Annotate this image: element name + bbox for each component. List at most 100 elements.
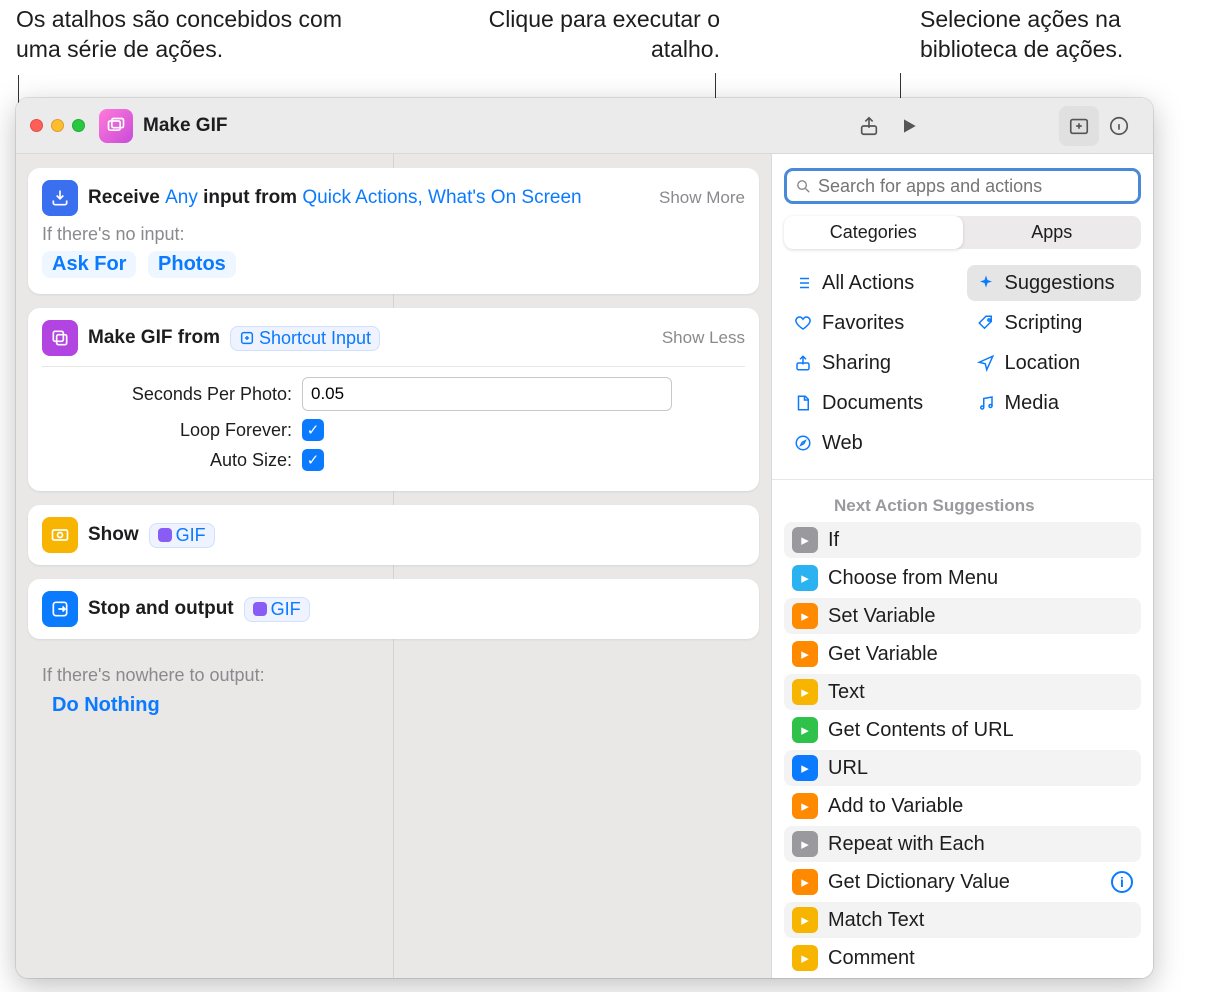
action-icon: ▸ [792,793,818,819]
category-documents[interactable]: Documents [784,385,959,421]
suggestion-repeat-with-each[interactable]: ▸Repeat with Each [784,826,1141,862]
suggestion-choose-from-menu[interactable]: ▸Choose from Menu [784,560,1141,596]
gif-variable-show[interactable]: GIF [149,523,215,548]
minimize-icon[interactable] [51,119,64,132]
category-favorites[interactable]: Favorites [784,305,959,341]
category-suggestions[interactable]: Suggestions [967,265,1142,301]
no-input-label: If there's no input: [42,224,745,245]
action-library-sidebar: Categories Apps All Actions Suggestions Fa… [771,154,1153,978]
list-icon [792,274,814,292]
nav-icon [975,354,997,372]
window-controls[interactable] [30,119,85,132]
music-icon [975,394,997,412]
loop-forever-checkbox[interactable]: ✓ [302,419,324,441]
callout-right: Selecione ações na biblioteca de ações. [920,5,1200,65]
action-icon: ▸ [792,945,818,971]
category-label: Sharing [822,352,891,375]
suggestion-label: Set Variable [828,605,935,628]
run-button[interactable] [889,106,929,146]
category-sharing[interactable]: Sharing [784,345,959,381]
suggestion-label: Match Text [828,909,924,932]
action-icon: ▸ [792,527,818,553]
callout-left: Os atalhos são concebidos com uma série … [16,5,376,65]
shortcut-input-variable[interactable]: Shortcut Input [230,326,380,351]
info-icon[interactable]: i [1111,871,1133,893]
make-gif-title: Make GIF from [88,327,220,349]
suggestion-list: ▸If▸Choose from Menu▸Set Variable▸Get Va… [784,522,1141,976]
category-media[interactable]: Media [967,385,1142,421]
category-label: Scripting [1005,312,1083,335]
share-icon [792,354,814,372]
stop-output-action[interactable]: Stop and output GIF [28,579,759,639]
category-scripting[interactable]: Scripting [967,305,1142,341]
suggestion-text[interactable]: ▸Text [784,674,1141,710]
suggestion-set-variable[interactable]: ▸Set Variable [784,598,1141,634]
receive-any-token[interactable]: Any [165,187,198,208]
nowhere-output-label: If there's nowhere to output: [42,665,745,686]
variable-icon [239,330,255,346]
suggestion-get-contents-of-url[interactable]: ▸Get Contents of URL [784,712,1141,748]
ask-for-chip[interactable]: Ask For [42,251,136,278]
seconds-per-photo-input[interactable] [302,377,672,411]
editor-canvas[interactable]: Receive Any input from Quick Actions, Wh… [16,154,771,978]
suggestion-add-to-variable[interactable]: ▸Add to Variable [784,788,1141,824]
details-button[interactable] [1099,106,1139,146]
category-label: Documents [822,392,923,415]
do-nothing-chip[interactable]: Do Nothing [42,692,170,719]
suggestion-get-variable[interactable]: ▸ Get Variable [784,636,1141,672]
shortcut-editor-window: Make GIF Receive Any [16,98,1153,978]
category-label: Media [1005,392,1059,415]
auto-size-checkbox[interactable]: ✓ [302,449,324,471]
receive-label: Receive [88,187,160,208]
receive-icon [42,180,78,216]
suggestion-if[interactable]: ▸If [784,522,1141,558]
safari-icon [792,434,814,452]
receive-sources-token[interactable]: Quick Actions, What's On Screen [302,187,581,208]
library-toggle-button[interactable] [1059,106,1099,146]
variable-icon [158,528,172,542]
close-icon[interactable] [30,119,43,132]
suggestion-comment[interactable]: ▸ Comment [784,940,1141,976]
category-label: All Actions [822,272,914,295]
suggestion-url[interactable]: ▸URL [784,750,1141,786]
search-field[interactable] [784,168,1141,204]
heart-icon [792,314,814,332]
sparkle-icon [975,274,997,292]
search-input[interactable] [818,176,1130,197]
show-less-toggle[interactable]: Show Less [662,328,745,348]
category-grid: All Actions Suggestions Favorites Scripting… [784,265,1141,461]
shortcut-title[interactable]: Make GIF [143,115,227,137]
receive-action[interactable]: Receive Any input from Quick Actions, Wh… [28,168,759,294]
suggestion-match-text[interactable]: ▸Match Text [784,902,1141,938]
category-label: Favorites [822,312,904,335]
suggestions-header: Next Action Suggestions [834,496,1141,516]
category-web[interactable]: Web [784,425,959,461]
suggestion-label: Get Dictionary Value [828,871,1010,894]
share-button[interactable] [849,106,889,146]
suggestion-label: Comment [828,947,915,970]
show-title: Show [88,524,139,546]
category-location[interactable]: Location [967,345,1142,381]
show-action[interactable]: Show GIF [28,505,759,565]
output-icon [42,591,78,627]
photos-chip[interactable]: Photos [148,251,236,278]
suggestion-get-dictionary-value[interactable]: ▸Get Dictionary Valuei [784,864,1141,900]
input-from-label: input from [203,187,297,208]
gif-variable-output[interactable]: GIF [244,597,310,622]
action-icon: ▸ [792,641,818,667]
library-segment[interactable]: Categories Apps [784,216,1141,249]
category-label: Location [1005,352,1081,375]
category-all-actions[interactable]: All Actions [784,265,959,301]
doc-icon [792,394,814,412]
zoom-icon[interactable] [72,119,85,132]
suggestion-label: Choose from Menu [828,567,998,590]
variable-icon [253,602,267,616]
segment-apps[interactable]: Apps [963,216,1142,249]
variable-label: GIF [271,599,301,620]
segment-categories[interactable]: Categories [784,216,963,249]
category-label: Suggestions [1005,272,1115,295]
seconds-per-photo-label: Seconds Per Photo: [42,384,292,405]
make-gif-action[interactable]: Make GIF from Shortcut Input Show Less S… [28,308,759,491]
show-more-toggle[interactable]: Show More [659,188,745,208]
suggestion-label: Get Variable [828,643,938,666]
